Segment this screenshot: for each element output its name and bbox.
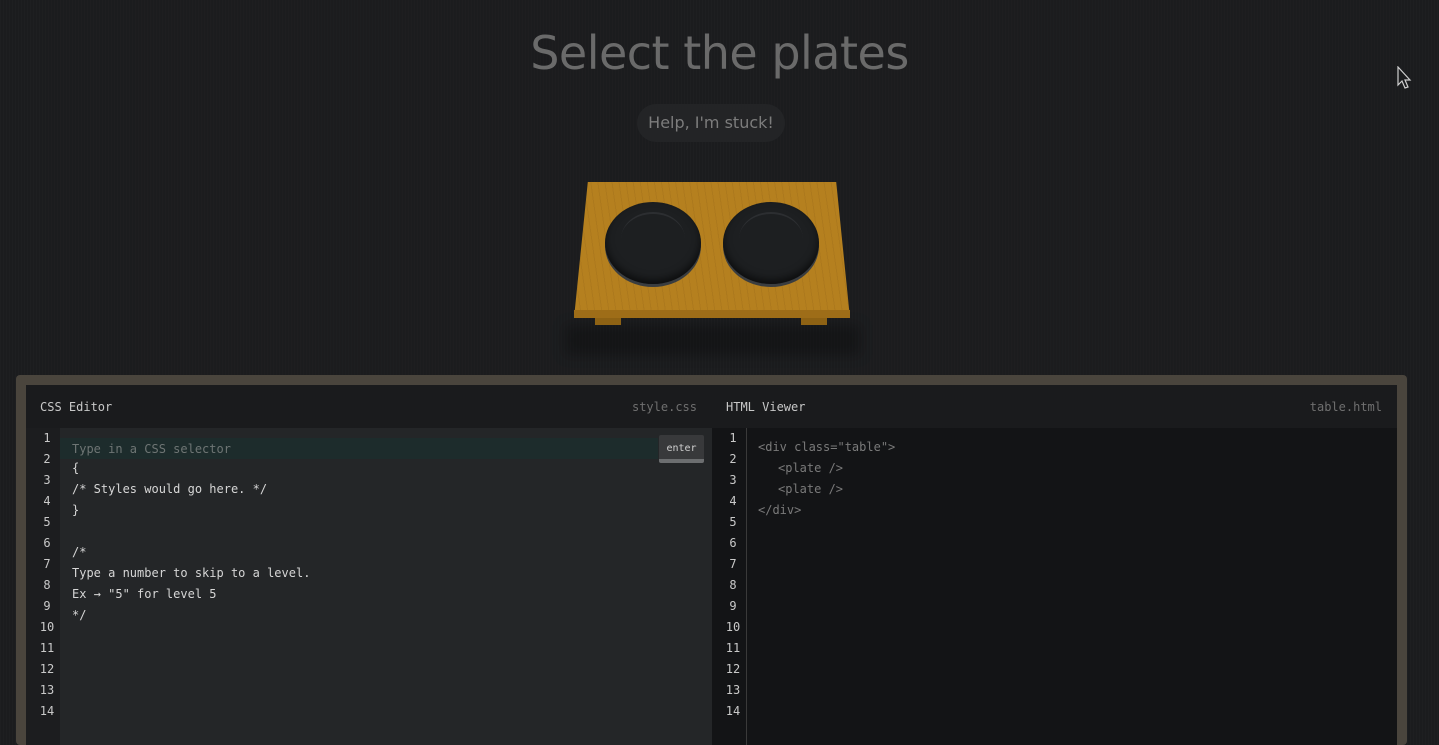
table-scene [565, 178, 860, 358]
html-line-numbers: 1 2 3 4 5 6 7 8 9 10 11 12 13 14 [712, 428, 747, 745]
html-line-plate[interactable]: <plate /> [758, 458, 1397, 479]
code-line: { [72, 461, 80, 475]
code-line: /* Styles would go here. */ [72, 482, 268, 496]
code-line: Type a number to skip to a level. [72, 566, 311, 580]
help-button[interactable]: Help, I'm stuck! [637, 104, 785, 142]
css-editor-pane: CSS Editor style.css 1 2 3 4 5 6 7 8 9 1… [26, 385, 712, 745]
plate[interactable] [605, 202, 701, 284]
html-line-table-close[interactable]: </div> [758, 500, 1397, 521]
html-line-plate[interactable]: <plate /> [758, 479, 1397, 500]
html-viewer-pane: HTML Viewer table.html 1 2 3 4 5 6 7 8 9… [712, 385, 1397, 745]
code-line: } [72, 503, 80, 517]
html-viewer-title: HTML Viewer [726, 400, 806, 414]
css-code: { /* Styles would go here. */ } /* Type … [72, 458, 712, 626]
code-line: /* [72, 545, 87, 559]
arrow-cursor-icon [1397, 66, 1412, 89]
html-code: <div class="table"> <plate /> <plate /> … [758, 437, 1397, 521]
page-title: Select the plates [530, 26, 909, 80]
css-editor-header: CSS Editor style.css [26, 385, 712, 428]
plate[interactable] [723, 202, 819, 284]
code-line: */ [72, 608, 87, 622]
css-editor-filename: style.css [631, 400, 697, 414]
css-editor-title: CSS Editor [40, 400, 113, 414]
html-viewer-filename: table.html [1309, 400, 1382, 414]
table-leg [801, 317, 827, 325]
code-line: Ex → "5" for level 5 [72, 587, 217, 601]
html-viewer-header: HTML Viewer table.html [712, 385, 1397, 428]
css-line-numbers: 1 2 3 4 5 6 7 8 9 10 11 12 13 14 [26, 428, 60, 745]
html-line-table-open[interactable]: <div class="table"> [758, 437, 1397, 458]
css-selector-input[interactable] [72, 439, 632, 458]
table-leg [595, 317, 621, 325]
